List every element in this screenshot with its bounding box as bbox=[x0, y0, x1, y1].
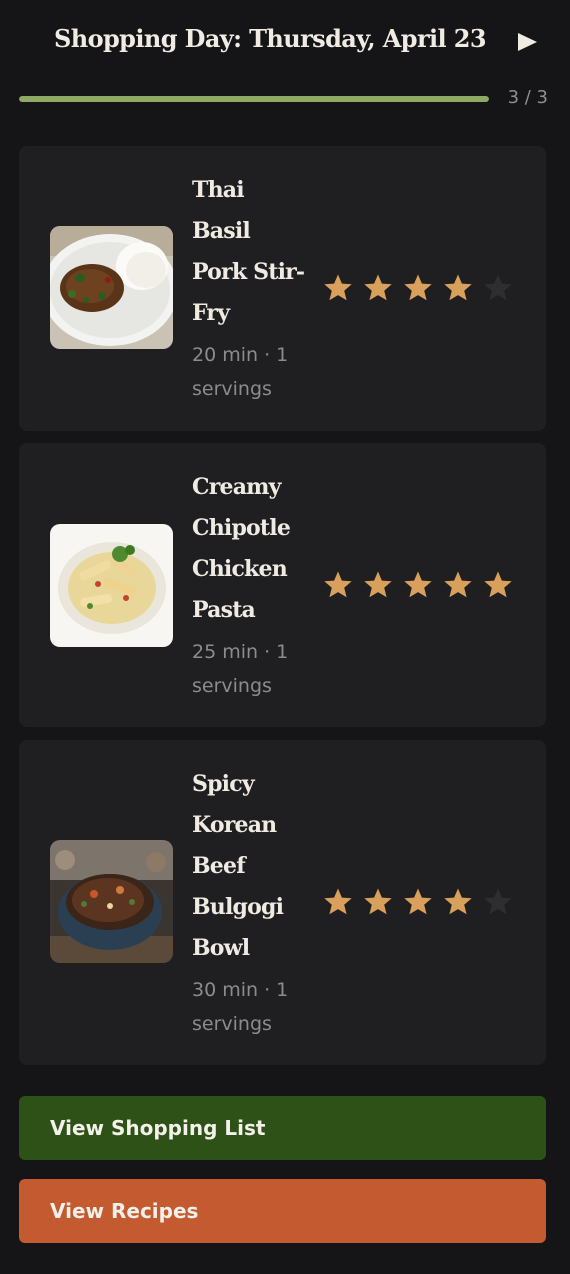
star-rating bbox=[322, 886, 522, 918]
view-shopping-list-button[interactable]: View Shopping List bbox=[19, 1096, 546, 1160]
recipe-title: Thai Basil Pork Stir-Fry bbox=[192, 177, 305, 326]
recipe-card[interactable]: Creamy Chipotle Chicken Pasta 25 min · 1… bbox=[19, 443, 546, 727]
progress-count: 3 / 3 bbox=[507, 87, 548, 108]
recipe-title: Spicy Korean Beef Bulgogi Bowl bbox=[192, 771, 284, 961]
recipe-meta: 25 min · 1 servings bbox=[192, 641, 289, 697]
thai-basil-pork-image bbox=[50, 226, 173, 349]
star-filled-icon bbox=[404, 571, 432, 598]
star-filled-icon bbox=[324, 274, 352, 301]
star-empty-icon bbox=[484, 888, 512, 915]
bulgogi-bowl-image bbox=[50, 840, 173, 963]
progress-bar-fill bbox=[19, 96, 489, 102]
play-button[interactable] bbox=[516, 31, 540, 53]
play-icon bbox=[518, 33, 537, 51]
star-filled-icon bbox=[364, 571, 392, 598]
recipe-meta: 30 min · 1 servings bbox=[192, 979, 289, 1035]
star-filled-icon bbox=[444, 571, 472, 598]
progress-bar bbox=[19, 96, 489, 102]
recipe-title: Creamy Chipotle Chicken Pasta bbox=[192, 474, 291, 623]
star-filled-icon bbox=[444, 274, 472, 301]
star-rating bbox=[322, 272, 522, 304]
page-title: Shopping Day: Thursday, April 23 bbox=[53, 24, 487, 53]
star-filled-icon bbox=[404, 888, 432, 915]
star-filled-icon bbox=[484, 571, 512, 598]
star-filled-icon bbox=[404, 274, 432, 301]
star-filled-icon bbox=[364, 888, 392, 915]
star-rating bbox=[322, 569, 522, 601]
recipe-meta: 20 min · 1 servings bbox=[192, 344, 289, 400]
star-filled-icon bbox=[324, 571, 352, 598]
recipe-card[interactable]: Thai Basil Pork Stir-Fry 20 min · 1 serv… bbox=[19, 146, 546, 431]
chipotle-pasta-image bbox=[50, 524, 173, 647]
view-recipes-button[interactable]: View Recipes bbox=[19, 1179, 546, 1243]
star-empty-icon bbox=[484, 274, 512, 301]
recipe-card[interactable]: Spicy Korean Beef Bulgogi Bowl 30 min · … bbox=[19, 740, 546, 1065]
star-filled-icon bbox=[444, 888, 472, 915]
star-filled-icon bbox=[364, 274, 392, 301]
header: Shopping Day: Thursday, April 23 bbox=[0, 0, 570, 86]
star-filled-icon bbox=[324, 888, 352, 915]
